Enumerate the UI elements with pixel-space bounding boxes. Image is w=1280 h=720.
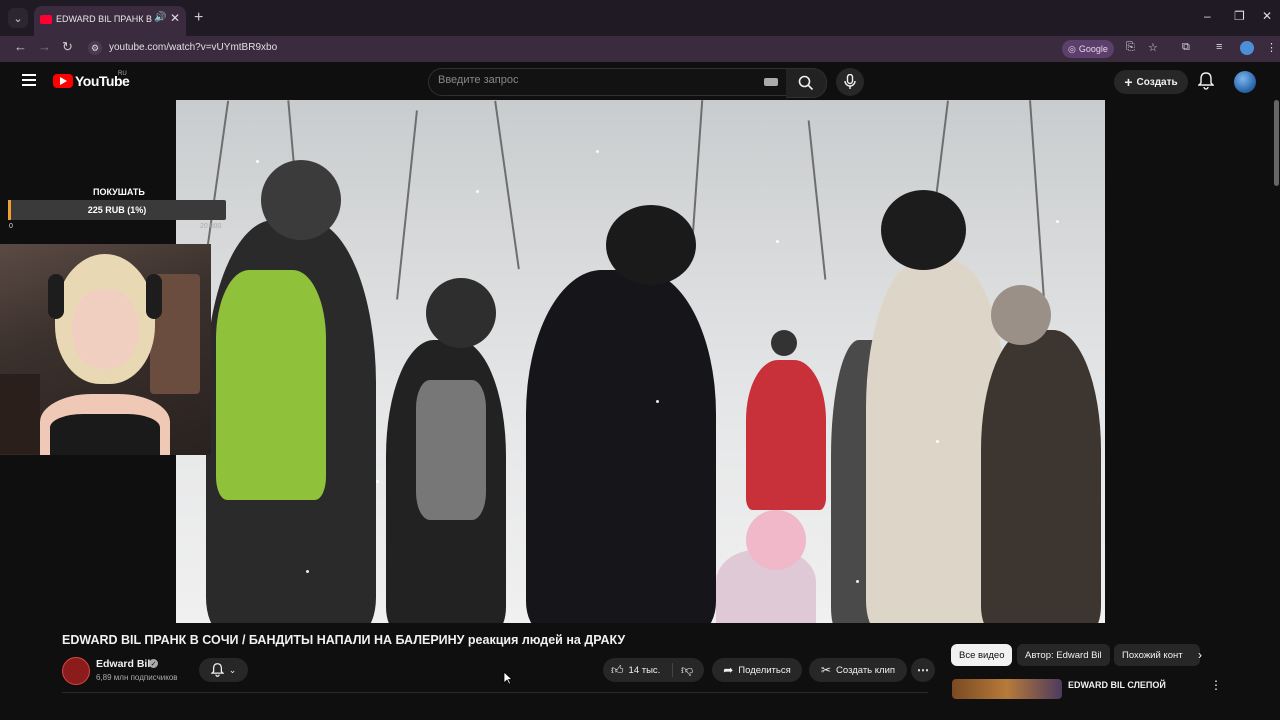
menu-icon[interactable]: [22, 74, 36, 89]
more-actions-button[interactable]: ⋯: [911, 658, 935, 682]
thumbs-down-icon: 👎︎: [681, 662, 694, 677]
thumbs-up-icon: 👍︎: [611, 662, 624, 677]
close-tab-icon[interactable]: ✕: [170, 11, 180, 25]
streamer-webcam: [0, 244, 211, 455]
chevron-right-icon[interactable]: ›: [1198, 648, 1202, 662]
region-code: RU: [118, 71, 127, 77]
channel-name[interactable]: Edward Bil: [96, 658, 150, 670]
tab-title: EDWARD BIL ПРАНК В СОЧИ: [56, 14, 152, 24]
meta-divider: [62, 692, 928, 693]
verified-check-icon: ✓: [149, 659, 158, 668]
close-window-icon[interactable]: ✕: [1262, 9, 1272, 23]
url-field[interactable]: youtube.com/watch?v=vUYmtBR9xbo: [109, 42, 277, 53]
microphone-icon: [844, 74, 856, 89]
notifications-bell-icon[interactable]: [1198, 72, 1214, 90]
more-horizontal-icon: ⋯: [917, 663, 929, 677]
more-vertical-icon[interactable]: ⋮: [1210, 678, 1222, 692]
tab-search-dropdown-icon[interactable]: ⌄: [8, 8, 28, 28]
google-chip-label: Google: [1078, 44, 1108, 54]
page-scrollbar[interactable]: [1274, 100, 1279, 186]
donation-min: 0: [9, 223, 13, 230]
recommended-video-thumbnail[interactable]: [952, 679, 1062, 699]
forward-icon[interactable]: →: [38, 39, 51, 54]
like-dislike-group: 👍︎ 14 тыс. 👎︎: [603, 658, 704, 682]
extensions-icon[interactable]: ⧉: [1182, 41, 1190, 54]
chip-all-videos[interactable]: Все видео: [951, 644, 1013, 666]
youtube-header: YouTube RU Введите запрос + Создать: [0, 62, 1280, 100]
like-divider: [672, 663, 673, 677]
lens-icon: ◎: [1068, 43, 1076, 54]
youtube-logo-icon[interactable]: [53, 74, 73, 88]
share-label: Поделиться: [738, 664, 791, 676]
chip-by-author[interactable]: Автор: Edward Bil: [1017, 644, 1110, 666]
site-info-icon[interactable]: ⚙: [88, 41, 102, 55]
video-title: EDWARD BIL ПРАНК В СОЧИ / БАНДИТЫ НАПАЛИ…: [62, 633, 626, 647]
search-icon: [798, 75, 814, 91]
donation-amount: 225 RUB (1%): [87, 205, 147, 215]
share-arrow-icon: ➦: [723, 663, 734, 677]
clip-label: Создать клип: [836, 664, 896, 676]
create-label: Создать: [1136, 76, 1178, 88]
reload-icon[interactable]: ↻: [62, 39, 73, 55]
search-button[interactable]: [786, 68, 827, 98]
restore-icon[interactable]: ❐: [1234, 9, 1245, 23]
browser-tab-bar: ⌄ EDWARD BIL ПРАНК В СОЧИ 🔊 ✕ + – ❐ ✕: [0, 0, 1280, 36]
bell-icon: [210, 663, 224, 677]
minimize-icon[interactable]: –: [1204, 9, 1211, 23]
address-bar-row: ← → ↻ ⚙ youtube.com/watch?v=vUYmtBR9xbo …: [0, 36, 1280, 62]
subscribed-notifications-button[interactable]: ⌄: [199, 658, 248, 682]
create-clip-button[interactable]: ✂ Создать клип: [809, 658, 907, 682]
plus-icon: +: [1124, 74, 1133, 90]
youtube-favicon-icon: [40, 15, 52, 24]
browser-menu-icon[interactable]: ⋮: [1266, 41, 1277, 54]
bookmark-star-icon[interactable]: ☆: [1148, 41, 1158, 54]
google-lens-chip[interactable]: ◎ Google: [1062, 40, 1114, 58]
chevron-down-icon: ⌄: [228, 664, 237, 675]
install-app-icon[interactable]: ⎘: [1126, 41, 1135, 54]
create-button[interactable]: + Создать: [1114, 70, 1188, 94]
back-icon[interactable]: ←: [14, 39, 27, 54]
donation-goal-label: ПОКУШАТЬ: [93, 187, 145, 197]
recommended-video-title[interactable]: EDWARD BIL СЛЕПОЙ: [1068, 680, 1166, 690]
like-count: 14 тыс.: [628, 664, 661, 676]
keyboard-icon[interactable]: [764, 78, 778, 86]
browser-tab[interactable]: EDWARD BIL ПРАНК В СОЧИ 🔊 ✕: [34, 6, 186, 36]
share-button[interactable]: ➦ Поделиться: [712, 658, 802, 682]
search-placeholder: Введите запрос: [438, 74, 519, 86]
subscriber-count: 6,89 млн подписчиков: [96, 673, 178, 682]
account-avatar[interactable]: [1234, 71, 1256, 93]
voice-search-button[interactable]: [836, 68, 864, 96]
donation-max: 20 000: [200, 223, 222, 230]
audio-playing-icon[interactable]: 🔊: [154, 12, 166, 23]
new-tab-icon[interactable]: +: [194, 9, 203, 27]
video-player[interactable]: [176, 100, 1105, 623]
media-control-icon[interactable]: ≡: [1216, 41, 1222, 53]
mouse-cursor-icon: [503, 671, 513, 685]
dislike-button[interactable]: 👎︎: [681, 663, 693, 678]
chip-similar[interactable]: Похожий конт: [1114, 644, 1200, 666]
browser-profile-avatar[interactable]: [1240, 41, 1254, 55]
like-button[interactable]: 👍︎ 14 тыс.: [611, 663, 660, 678]
channel-avatar[interactable]: [62, 657, 90, 685]
scissors-icon: ✂: [820, 663, 832, 677]
